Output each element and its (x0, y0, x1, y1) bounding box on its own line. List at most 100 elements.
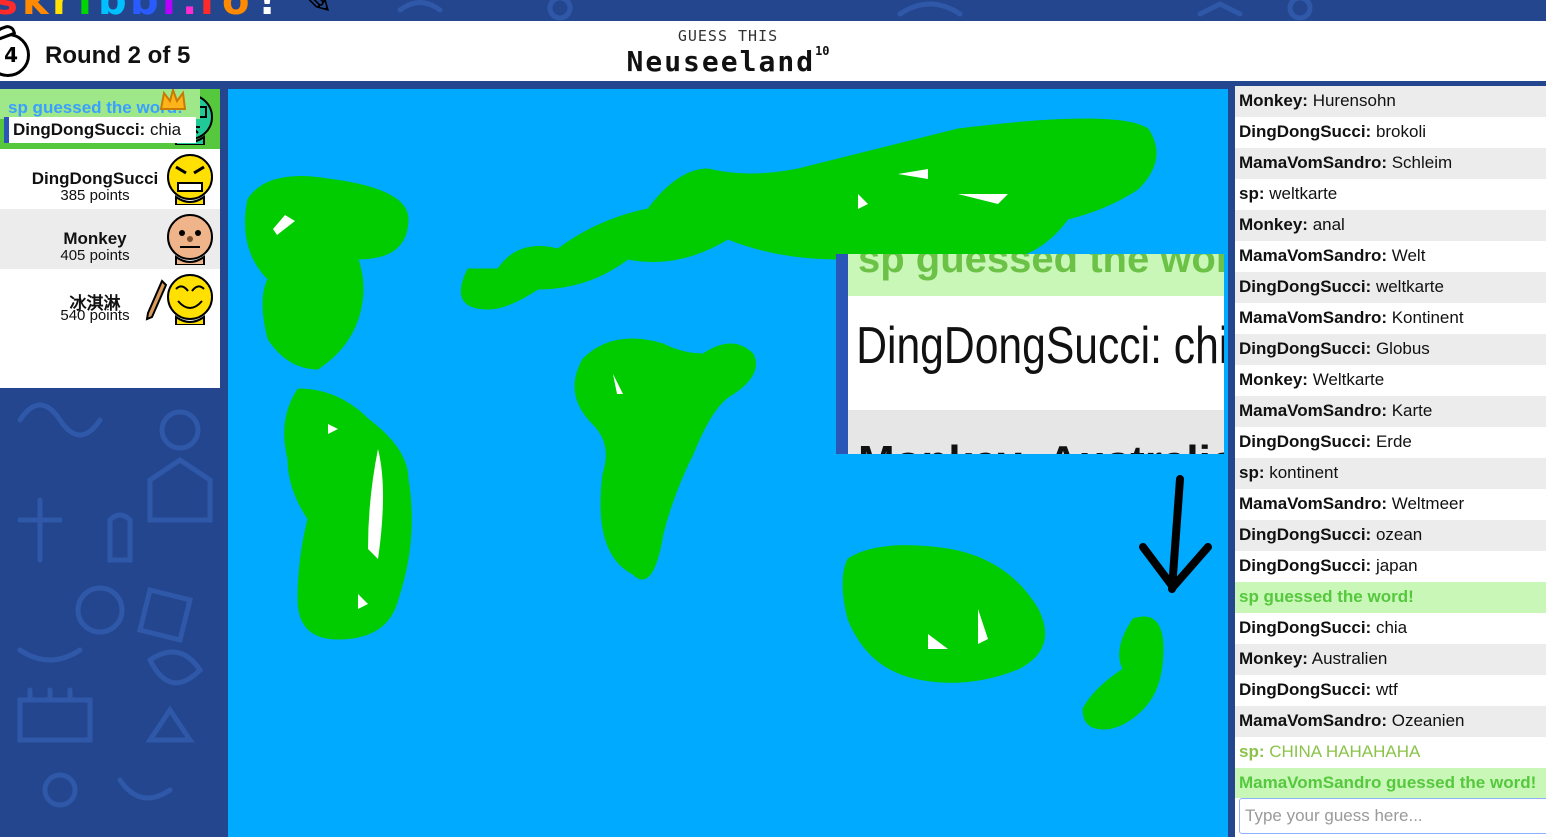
chat-message: Monkey: Australien (1235, 644, 1546, 675)
drawing-new-zealand (1082, 616, 1164, 730)
chat-author: MamaVomSandro: (1239, 246, 1387, 265)
chat-author: DingDongSucci: (1239, 556, 1372, 575)
chat-author: MamaVomSandro: (1239, 401, 1387, 420)
player-row[interactable]: 冰淇淋 540 points (0, 269, 220, 329)
embedded-chat-line-partial: Monkey: Australien (848, 410, 1224, 454)
player-row[interactable]: DingDongSucci 385 points (0, 149, 220, 209)
drawing-arrow (1139, 475, 1212, 593)
chat-input-container (1235, 798, 1546, 837)
chat-author: DingDongSucci: (1239, 618, 1372, 637)
chat-message: DingDongSucci: brokoli (1235, 117, 1546, 148)
avatar (167, 214, 213, 265)
avatar (167, 154, 213, 205)
chat-message: MamaVomSandro: Weltmeer (1235, 489, 1546, 520)
drawing-australia (842, 545, 1046, 683)
chat-text: kontinent (1264, 463, 1339, 482)
chat-message: DingDongSucci: Erde (1235, 427, 1546, 458)
chat-text: brokoli (1371, 122, 1427, 141)
chat-text: CHINA HAHAHAHA (1264, 742, 1421, 761)
chat-text: Hurensohn (1307, 91, 1396, 110)
player-row[interactable]: Monkey 405 points (0, 209, 220, 269)
chat-message: DingDongSucci: ozean (1235, 520, 1546, 551)
embedded-guessed-text: sp guessed the word! (848, 254, 1224, 296)
chat-author: sp: (1239, 742, 1265, 761)
chat-message: DingDongSucci: weltkarte (1235, 272, 1546, 303)
chat-author: DingDongSucci: (1239, 680, 1372, 699)
chat-message: DingDongSucci: Globus (1235, 334, 1546, 365)
chat-author: MamaVomSandro: (1239, 711, 1387, 730)
chat-author: MamaVomSandro: (1239, 153, 1387, 172)
chat-text: chia (1371, 618, 1408, 637)
game-header: 4 Round 2 of 5 GUESS THIS Neuseeland10 (0, 21, 1546, 81)
chat-author: Monkey: (1239, 649, 1308, 668)
chat-text: MamaVomSandro guessed the word! (1239, 773, 1537, 792)
word-hint: Neuseeland10 (0, 43, 1456, 78)
chat-message: DingDongSucci: wtf (1235, 675, 1546, 706)
chat-text: Welt (1387, 246, 1426, 265)
chat-message-correct: MamaVomSandro guessed the word! (1235, 768, 1546, 798)
player-points: 405 points (60, 247, 130, 264)
chat-author: DingDongSucci: (1239, 122, 1372, 141)
chat-message: DingDongSucci: japan (1235, 551, 1546, 582)
chat-author: sp: (1239, 463, 1265, 482)
drawing-canvas[interactable] (228, 89, 1228, 837)
chat-author: DingDongSucci: (1239, 432, 1372, 451)
player-points: 385 points (60, 187, 130, 204)
chat-author: DingDongSucci: (1239, 525, 1372, 544)
chat-message: MamaVomSandro: Welt (1235, 241, 1546, 272)
pencil-icon (145, 279, 168, 321)
chat-message: Monkey: Weltkarte (1235, 365, 1546, 396)
chat-text: japan (1371, 556, 1418, 575)
chat-message: sp: weltkarte (1235, 179, 1546, 210)
chat-text: ozean (1371, 525, 1423, 544)
chat-message: Monkey: Hurensohn (1235, 86, 1546, 117)
chat-author: DingDongSucci: (1239, 277, 1372, 296)
chat-text: weltkarte (1371, 277, 1444, 296)
guess-label: GUESS THIS (677, 27, 779, 45)
chat-author: Monkey: (1239, 215, 1308, 234)
chat-message: sp: kontinent (1235, 458, 1546, 489)
chat-text: Weltkarte (1307, 370, 1385, 389)
chat-text: anal (1307, 215, 1345, 234)
avatar (167, 274, 213, 325)
drawing-africa (574, 338, 756, 580)
chat-text: Ozeanien (1387, 711, 1465, 730)
chat-message: DingDongSucci: chia (1235, 613, 1546, 644)
crown-icon (159, 89, 187, 110)
chat-text: wtf (1371, 680, 1398, 699)
embedded-screenshot: sp guessed the word! DingDongSucci: chia… (836, 254, 1224, 454)
word-length: 10 (815, 43, 830, 58)
player-overlay-chat: DingDongSucci: chia (4, 117, 196, 143)
chat-text: Weltmeer (1387, 494, 1465, 513)
chat-message-correct: sp guessed the word! (1235, 582, 1546, 613)
chat-author: DingDongSucci: (1239, 339, 1372, 358)
chat-text: Schleim (1387, 153, 1453, 172)
drawing-north-america (245, 176, 409, 370)
chat-author: MamaVomSandro: (1239, 308, 1387, 327)
chat-message: Monkey: anal (1235, 210, 1546, 241)
chat-text: Kontinent (1387, 308, 1464, 327)
chat-text: Karte (1387, 401, 1433, 420)
chat-author: MamaVomSandro: (1239, 494, 1387, 513)
chat-author: sp: (1239, 184, 1265, 203)
guess-input[interactable] (1239, 798, 1546, 834)
player-name: DingDongSucci (31, 169, 159, 188)
word-text: Neuseeland (626, 45, 816, 78)
chat-message: MamaVomSandro: Karte (1235, 396, 1546, 427)
chat-text: Globus (1371, 339, 1430, 358)
logo: s k r i b b l . i o ! ✎ (0, 0, 360, 20)
chat-text: Erde (1371, 432, 1412, 451)
chat-message: MamaVomSandro: Ozeanien (1235, 706, 1546, 737)
drawing-south-america (284, 388, 412, 640)
player-name: Monkey (63, 229, 127, 248)
chat-author: Monkey: (1239, 91, 1308, 110)
chat-message: MamaVomSandro: Schleim (1235, 148, 1546, 179)
chat-messages: Monkey: Hurensohn DingDongSucci: brokoli M… (1235, 86, 1546, 798)
chat-message: MamaVomSandro: Kontinent (1235, 303, 1546, 334)
chat-text: weltkarte (1264, 184, 1338, 203)
embedded-chat-line: DingDongSucci: chia (856, 317, 1224, 375)
chat-panel: Monkey: Hurensohn DingDongSucci: brokoli M… (1235, 86, 1546, 798)
player-list: MamaVomSandro765 pointsDingDongSucci385 … (0, 89, 220, 388)
chat-author: Monkey: (1239, 370, 1308, 389)
chat-text: Australien (1307, 649, 1388, 668)
